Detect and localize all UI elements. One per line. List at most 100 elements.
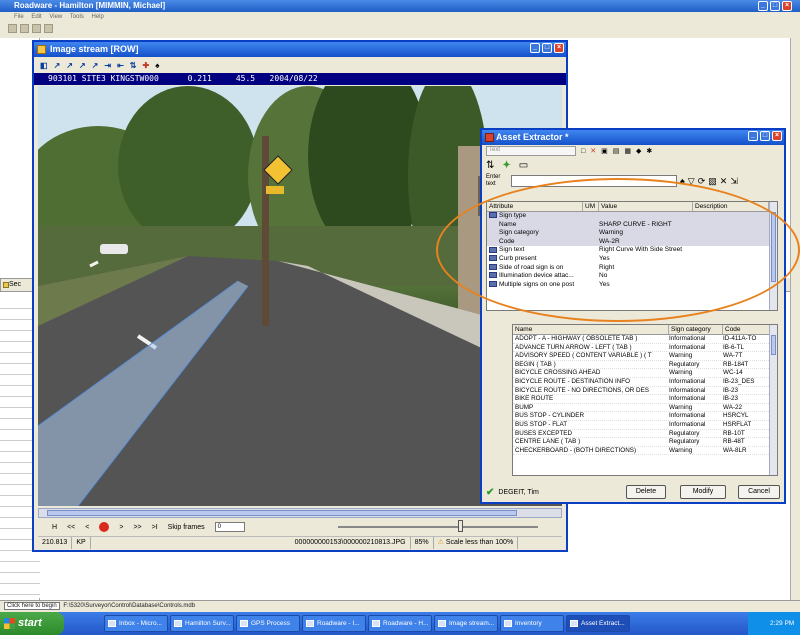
task-roadware-2[interactable]: Roadware - H... (368, 615, 432, 632)
list-item[interactable]: BEGIN ( TAB ) Regulatory RB-184T (513, 361, 777, 370)
marker-b-icon[interactable]: ↗ (66, 61, 73, 70)
stop-icon[interactable] (99, 522, 110, 532)
asset-toolbar-1: Text □ ✕ ▣ ▤ ▦ ◆ ✱ (482, 145, 784, 157)
extract-icon[interactable]: ✚ (142, 61, 149, 70)
step-back-button[interactable]: < (85, 524, 89, 531)
print-icon[interactable] (44, 23, 53, 33)
menu-edit[interactable]: Edit (31, 14, 41, 20)
image-status-bar: 210.813 KP 000000000153\000000210813.JPG… (38, 536, 562, 549)
asset-close-button[interactable]: × (772, 131, 782, 141)
task-image-stream[interactable]: Image stream... (434, 615, 498, 632)
warning-icon: ⚠ (437, 538, 446, 546)
list-item[interactable]: BUMP Warning WA-22 (513, 404, 777, 413)
open-icon[interactable] (20, 23, 29, 33)
list-item[interactable]: BIKE ROUTE Informational IB-23 (513, 395, 777, 404)
camera-icon[interactable]: ◧ (40, 61, 48, 70)
step-forward-button[interactable]: > (119, 524, 123, 531)
image-close-button[interactable]: × (554, 43, 564, 53)
back-icon[interactable]: ⇤ (117, 61, 124, 70)
save-icon[interactable] (32, 23, 41, 33)
list-item[interactable]: CHECKERBOARD - (BOTH DIRECTIONS) Warning W… (513, 447, 777, 456)
task-gps[interactable]: GPS Process (236, 615, 300, 632)
marker-a-icon[interactable]: ↗ (54, 61, 61, 70)
image-hscrollbar[interactable] (38, 508, 562, 518)
rewind-button[interactable]: << (67, 524, 75, 531)
measure-icon[interactable]: ⇅ (130, 61, 137, 70)
col-code[interactable]: Code (723, 325, 771, 334)
list-item[interactable]: BICYCLE ROUTE - NO DIRECTIONS, OR DES Inf… (513, 387, 777, 396)
task-hamilton[interactable]: Hamilton Surv... (170, 615, 234, 632)
click-begin-button[interactable]: Click here to begin (4, 602, 60, 610)
delete-x-icon[interactable]: ✕ (590, 147, 596, 155)
maximize-button[interactable]: □ (770, 1, 780, 11)
list-item[interactable]: ADOPT - A - HIGHWAY ( OBSOLETE TAB ) Info… (513, 335, 777, 344)
list-item[interactable]: BICYCLE CROSSING AHEAD Warning WC-14 (513, 369, 777, 378)
image-toolbar: ◧ ↗ ↗ ↗ ↗ ⇥ ⇤ ⇅ ✚ ♠ (34, 57, 566, 73)
settings-icon[interactable]: ✱ (646, 147, 652, 155)
asset-footer: ✔ DEGEIT, Tim Delete Modify Cancel (486, 484, 782, 500)
list-item[interactable]: ADVISORY SPEED ( CONTENT VARIABLE ) ( TW… (513, 352, 777, 361)
list-item[interactable]: BICYCLE ROUTE - DESTINATION INFO Informat… (513, 378, 777, 387)
back-arrow-icon[interactable]: ◆ (636, 147, 641, 155)
path-bar: Click here to begin F:\5320\Surveyor\Con… (0, 600, 800, 612)
asset-title-bar[interactable]: Asset Extractor * _ □ × (482, 130, 784, 145)
image-stream-title-bar[interactable]: Image stream [ROW] _ □ × (34, 42, 566, 57)
task-roadware-1[interactable]: Roadware - I... (302, 615, 366, 632)
clear-icon[interactable]: ✕ (720, 176, 728, 187)
menu-file[interactable]: File (14, 14, 24, 20)
frame-slider-track[interactable] (338, 526, 538, 528)
skip-frames-input[interactable]: 0 (214, 522, 245, 532)
marker-d-icon[interactable]: ↗ (92, 61, 99, 70)
database-path: F:\5320\Surveyor\Control\Database\Contro… (63, 603, 196, 609)
menu-view[interactable]: View (49, 14, 62, 20)
last-frame-button[interactable]: >I (152, 524, 158, 531)
modify-button[interactable]: Modify (680, 485, 726, 499)
task-asset-extractor[interactable]: Asset Extract... (566, 615, 630, 632)
gallery-icon[interactable]: ▧ (708, 176, 717, 187)
minimize-button[interactable]: _ (758, 1, 768, 11)
fast-forward-button[interactable]: >> (133, 524, 141, 531)
close-button[interactable]: × (782, 1, 792, 11)
status-kp: KP (72, 536, 91, 549)
list-item[interactable]: BUS STOP - CYLINDER Informational HSRCYL (513, 412, 777, 421)
export-icon[interactable]: ⇲ (730, 176, 738, 187)
new-doc-icon[interactable]: □ (581, 148, 585, 155)
binoculars-icon[interactable]: ♠ (155, 61, 159, 70)
task-inventory[interactable]: Inventory (500, 615, 564, 632)
sign-list-scrollbar[interactable] (769, 325, 777, 475)
forward-icon[interactable]: ⇥ (104, 61, 111, 70)
hscroll-thumb[interactable] (47, 510, 517, 516)
list-item[interactable]: BUS STOP - FLAT Informational HSRFLAT (513, 421, 777, 430)
edit-doc-icon[interactable]: ▭ (519, 160, 528, 171)
status-warning-text: Scale less than 100% (445, 538, 514, 546)
grid-icon[interactable]: ▦ (624, 147, 631, 155)
image-maximize-button[interactable]: □ (542, 43, 552, 53)
copy-icon[interactable]: ▣ (601, 147, 608, 155)
sort-icon[interactable]: ⇅ (486, 160, 494, 171)
task-inbox[interactable]: Inbox - Micro... (104, 615, 168, 632)
col-sign-category[interactable]: Sign category (669, 325, 723, 334)
image-minimize-button[interactable]: _ (530, 43, 540, 53)
frame-slider-knob[interactable] (458, 520, 463, 532)
sign-list-scroll-thumb[interactable] (771, 335, 776, 355)
filter-dropdown[interactable]: Text (486, 146, 576, 156)
list-item[interactable]: CENTRE LANE ( TAB ) Regulatory RB-48T (513, 438, 777, 447)
cancel-button[interactable]: Cancel (738, 485, 780, 499)
asset-minimize-button[interactable]: _ (748, 131, 758, 141)
col-name[interactable]: Name (513, 325, 669, 334)
new-icon[interactable] (8, 23, 17, 33)
sign-list: Name Sign category Code ADOPT - A - HIGH… (512, 324, 778, 476)
first-frame-button[interactable]: H (52, 524, 57, 531)
list-item[interactable]: BUSES EXCEPTED Regulatory RB-10T (513, 430, 777, 439)
green-arrow-icon[interactable]: ✦ (502, 160, 510, 171)
right-scrollbar[interactable] (790, 38, 800, 612)
marker-c-icon[interactable]: ↗ (79, 61, 86, 70)
asset-maximize-button[interactable]: □ (760, 131, 770, 141)
menu-help[interactable]: Help (92, 14, 104, 20)
status-warning: ⚠ Scale less than 100% (434, 536, 519, 549)
delete-button[interactable]: Delete (626, 485, 666, 499)
paste-icon[interactable]: ▤ (613, 147, 620, 155)
start-button[interactable]: start (0, 612, 64, 635)
menu-tools[interactable]: Tools (70, 14, 84, 20)
list-item[interactable]: ADVANCE TURN ARROW - LEFT ( TAB ) Informa… (513, 344, 777, 353)
